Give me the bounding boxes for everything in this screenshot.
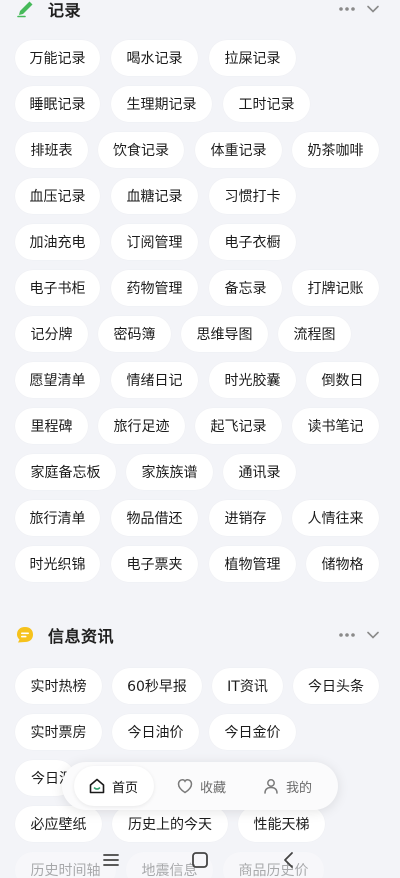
info-chip[interactable]: 历史上的今天 xyxy=(112,806,228,842)
info-chip[interactable]: 今日油价 xyxy=(112,714,199,750)
record-chip[interactable]: 家庭备忘板 xyxy=(15,454,116,490)
info-chip[interactable]: 必应壁纸 xyxy=(15,806,102,842)
nav-favorites-label: 收藏 xyxy=(200,780,227,796)
info-chip[interactable]: 性能天梯 xyxy=(238,806,325,842)
record-chip[interactable]: 植物管理 xyxy=(209,546,296,582)
bookmark-icon xyxy=(177,779,193,794)
record-chip[interactable]: 奶茶咖啡 xyxy=(292,132,379,168)
info-chip[interactable]: 实时票房 xyxy=(15,714,102,750)
record-chip[interactable]: 血糖记录 xyxy=(111,178,198,214)
record-chip[interactable]: 起飞记录 xyxy=(195,408,282,444)
record-chip[interactable]: 订阅管理 xyxy=(111,224,198,260)
record-chip[interactable]: 家族族谱 xyxy=(126,454,213,490)
info-section-header: 信息资讯 xyxy=(0,620,400,650)
info-chip[interactable]: IT资讯 xyxy=(212,668,283,704)
record-chip[interactable]: 拉屎记录 xyxy=(209,40,296,76)
more-icon[interactable] xyxy=(338,632,356,638)
record-chip[interactable]: 物品借还 xyxy=(111,500,198,536)
nav-home[interactable]: 首页 xyxy=(74,766,154,806)
record-chip[interactable]: 读书笔记 xyxy=(292,408,379,444)
record-chip[interactable]: 进销存 xyxy=(209,500,282,536)
record-chip[interactable]: 备忘录 xyxy=(209,270,282,306)
record-chip[interactable]: 电子书柜 xyxy=(15,270,100,306)
menu-icon[interactable] xyxy=(99,848,123,872)
record-chip[interactable]: 药物管理 xyxy=(111,270,198,306)
record-chip[interactable]: 旅行清单 xyxy=(15,500,100,536)
record-chip[interactable]: 排班表 xyxy=(15,132,88,168)
record-chip[interactable]: 人情往来 xyxy=(292,500,379,536)
record-chip[interactable]: 血压记录 xyxy=(15,178,100,214)
nav-favorites[interactable]: 收藏 xyxy=(176,762,226,810)
record-chip[interactable]: 情绪日记 xyxy=(111,362,198,398)
record-chip[interactable]: 旅行足迹 xyxy=(98,408,185,444)
record-chip[interactable]: 倒数日 xyxy=(306,362,379,398)
home-icon xyxy=(89,778,105,794)
info-chip[interactable]: 60秒早报 xyxy=(112,668,202,704)
record-chip[interactable]: 打牌记账 xyxy=(292,270,379,306)
record-chip[interactable]: 万能记录 xyxy=(15,40,100,76)
record-chip[interactable]: 时光织锦 xyxy=(15,546,100,582)
home-square-icon[interactable] xyxy=(188,848,212,872)
nav-home-label: 首页 xyxy=(112,780,139,796)
nav-me[interactable]: 我的 xyxy=(262,762,312,810)
record-chip[interactable]: 喝水记录 xyxy=(111,40,198,76)
records-title: 记录 xyxy=(48,1,82,20)
record-chip[interactable]: 电子票夹 xyxy=(111,546,198,582)
record-chip[interactable]: 习惯打卡 xyxy=(209,178,296,214)
record-chip[interactable]: 愿望清单 xyxy=(15,362,100,398)
record-chip[interactable]: 饮食记录 xyxy=(98,132,184,168)
record-chip[interactable]: 工时记录 xyxy=(223,86,310,122)
record-chip[interactable]: 思维导图 xyxy=(181,316,268,352)
info-chip[interactable]: 今日头条 xyxy=(293,668,379,704)
record-chip[interactable]: 密码簿 xyxy=(98,316,171,352)
record-chip[interactable]: 睡眠记录 xyxy=(15,86,100,122)
back-icon[interactable] xyxy=(277,848,301,872)
record-chip[interactable]: 记分牌 xyxy=(15,316,88,352)
info-chip[interactable]: 实时热榜 xyxy=(15,668,102,704)
bottom-nav: 首页 收藏 我的 xyxy=(62,762,338,810)
chevron-down-icon[interactable] xyxy=(366,4,380,14)
info-title: 信息资讯 xyxy=(48,627,115,646)
record-chip[interactable]: 体重记录 xyxy=(195,132,282,168)
record-chip[interactable]: 时光胶囊 xyxy=(209,362,296,398)
records-section-header: 记录 xyxy=(0,0,400,24)
record-chip[interactable]: 储物格 xyxy=(306,546,379,582)
pen-icon xyxy=(17,1,33,18)
record-chip[interactable]: 里程碑 xyxy=(15,408,88,444)
info-chip[interactable]: 今日金价 xyxy=(209,714,296,750)
user-icon xyxy=(264,779,278,794)
record-chip[interactable]: 通讯录 xyxy=(223,454,296,490)
system-nav-bar xyxy=(0,842,400,878)
more-icon[interactable] xyxy=(338,6,356,12)
nav-me-label: 我的 xyxy=(286,780,313,796)
record-chip[interactable]: 生理期记录 xyxy=(111,86,212,122)
chevron-down-icon[interactable] xyxy=(366,630,380,640)
record-chip[interactable]: 电子衣橱 xyxy=(209,224,296,260)
message-icon xyxy=(17,627,33,643)
record-chip[interactable]: 加油充电 xyxy=(15,224,100,260)
record-chip[interactable]: 流程图 xyxy=(278,316,351,352)
